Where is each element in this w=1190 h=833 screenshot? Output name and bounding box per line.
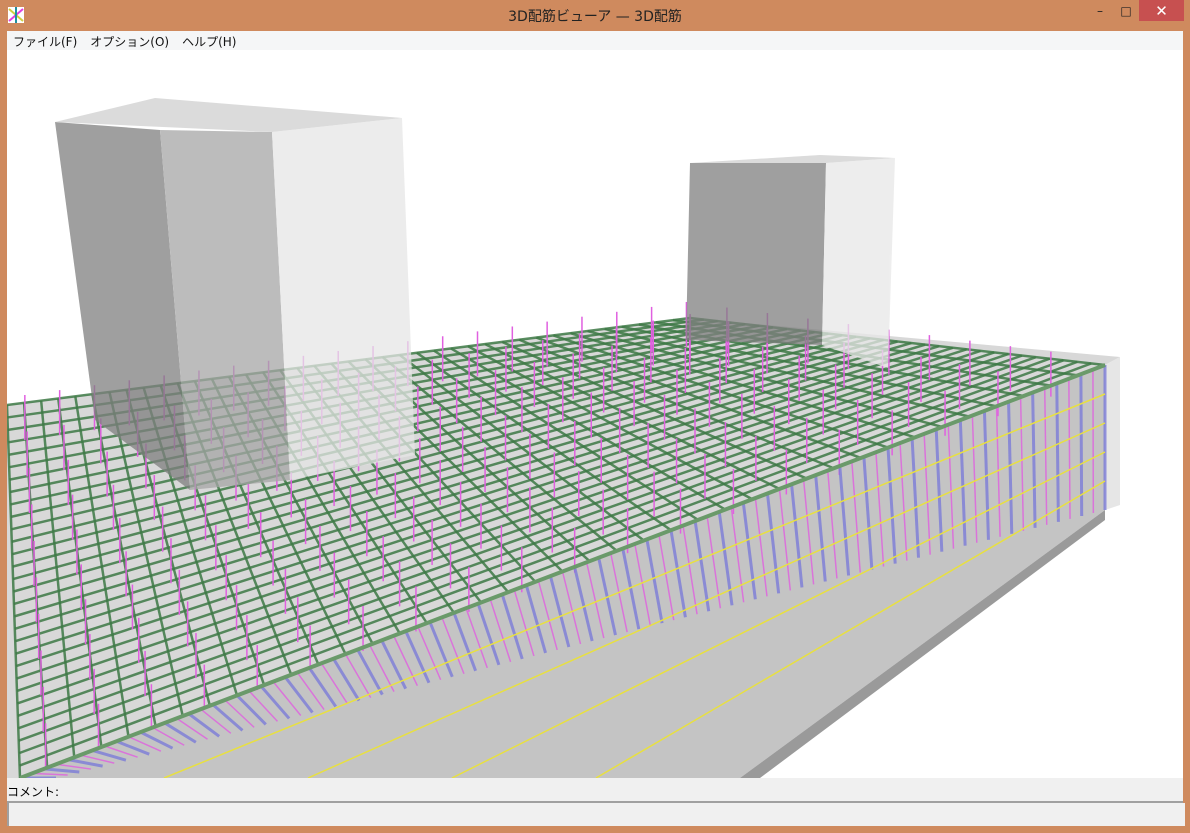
title-bar: 3D配筋ビューア — 3D配筋 – □ ✕ [0,0,1190,30]
comment-bar: コメント: [7,778,1183,803]
slab-end-face [1105,357,1120,510]
rebar-3d-scene[interactable] [7,50,1183,778]
minimize-button[interactable]: – [1086,0,1114,21]
menu-help[interactable]: ヘルプ(H) [176,31,243,50]
menu-file[interactable]: ファイル(F) [7,31,84,50]
main-bar [1055,383,1060,522]
column-right-right [822,158,895,368]
column-left-right [272,118,415,480]
window-title: 3D配筋ビューア — 3D配筋 [508,9,682,25]
column-right-side [686,163,826,345]
3d-viewport[interactable] [7,50,1183,778]
comment-label: コメント: [7,785,60,799]
status-bar [7,803,1185,826]
menu-options[interactable]: オプション(O) [84,31,176,50]
close-button[interactable]: ✕ [1139,0,1184,21]
menu-bar: ファイル(F) オプション(O) ヘルプ(H) [7,31,1183,50]
maximize-button[interactable]: □ [1112,0,1140,21]
